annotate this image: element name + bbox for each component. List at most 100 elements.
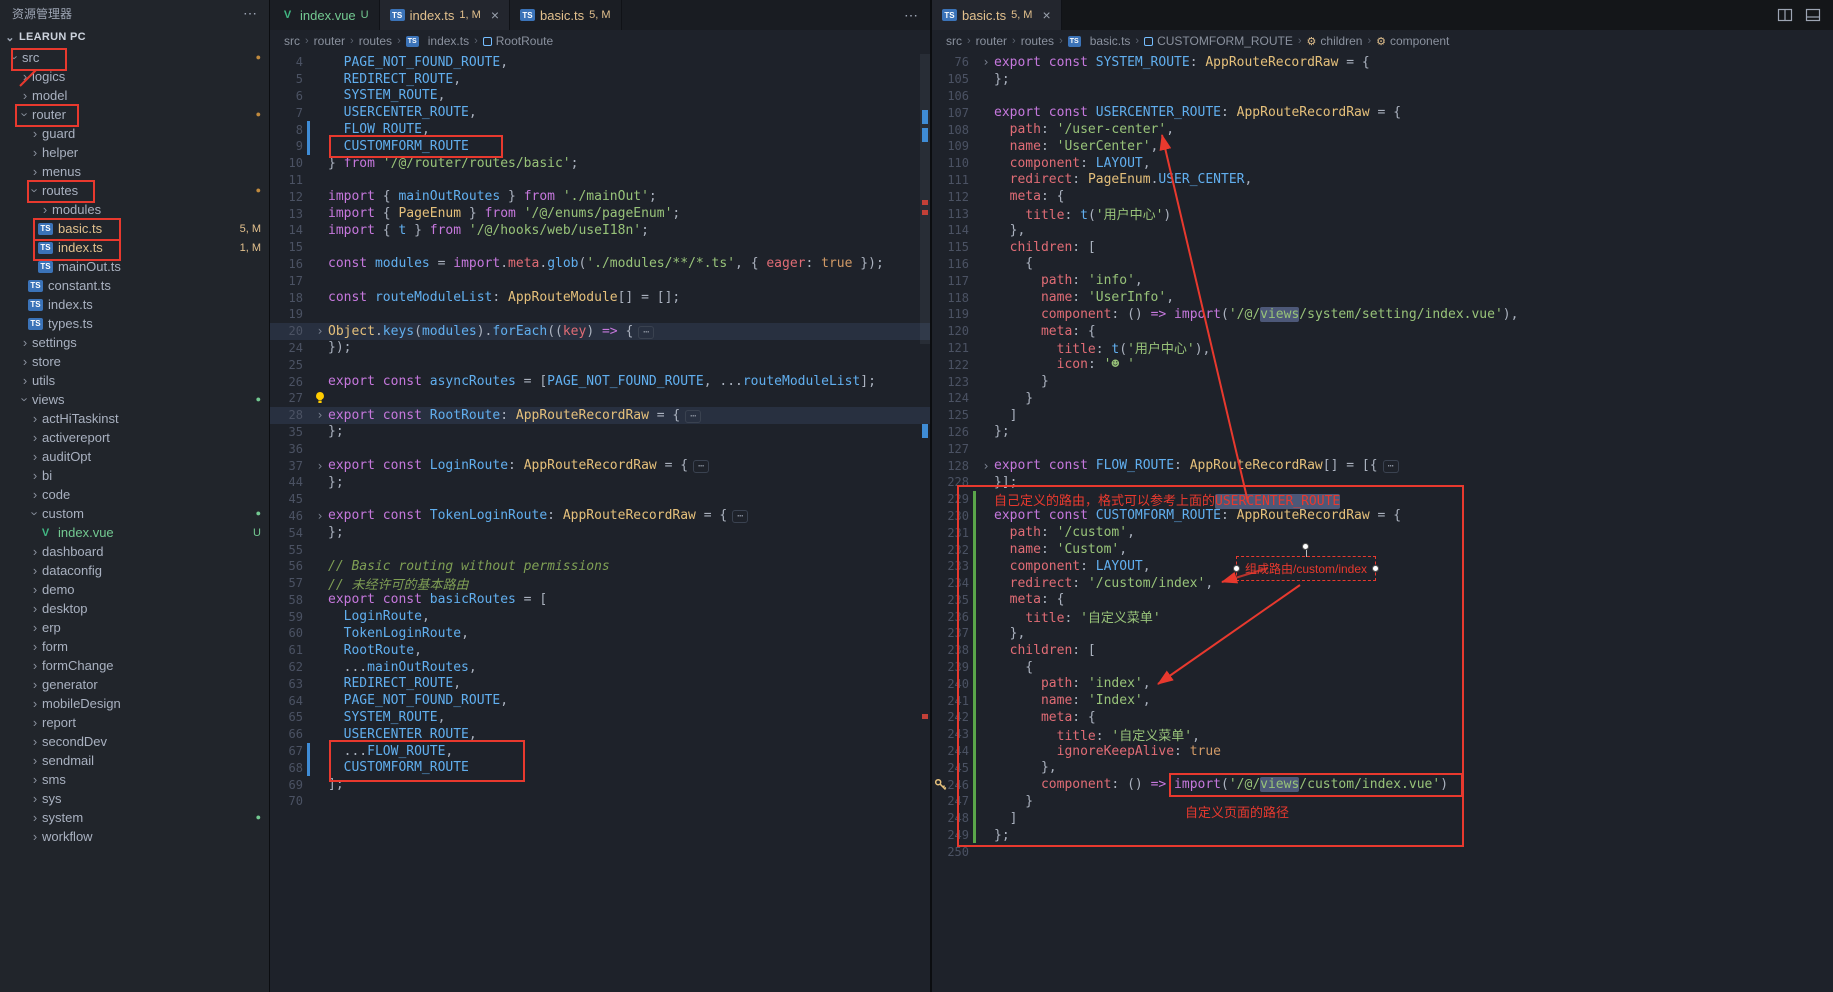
tree-item-mobileDesign[interactable]: ›mobileDesign	[0, 694, 269, 713]
fold-chevron-icon[interactable]: ›	[312, 460, 328, 472]
breadcrumb-item-children[interactable]: ⚙children	[1307, 34, 1363, 48]
code-line-128[interactable]: 128›export const FLOW_ROUTE: AppRouteRec…	[932, 457, 1833, 474]
code-line-105[interactable]: 105};	[932, 71, 1833, 88]
code-line-108[interactable]: 108 path: '/user-center',	[932, 121, 1833, 138]
workspace-section-header[interactable]: ⌄ LEARUN PC	[0, 26, 269, 48]
code-line-65[interactable]: 65 SYSTEM_ROUTE,	[270, 709, 930, 726]
code-line-111[interactable]: 111 redirect: PageEnum.USER_CENTER,	[932, 172, 1833, 189]
tab-index.ts[interactable]: TSindex.ts1, M×	[380, 0, 510, 30]
code-line-239[interactable]: 239 {	[932, 659, 1833, 676]
code-line-26[interactable]: 26export const asyncRoutes = [PAGE_NOT_F…	[270, 373, 930, 390]
tree-item-custom[interactable]: ›custom●	[0, 504, 269, 523]
code-line-15[interactable]: 15	[270, 239, 930, 256]
tree-item-bi[interactable]: ›bi	[0, 466, 269, 485]
code-line-19[interactable]: 19	[270, 306, 930, 323]
code-line-228[interactable]: 228}];	[932, 474, 1833, 491]
code-line-237[interactable]: 237 },	[932, 625, 1833, 642]
tree-item-helper[interactable]: ›helper	[0, 143, 269, 162]
editor-more-actions-icon[interactable]: ⋯	[892, 7, 930, 24]
folded-code-ellipsis[interactable]: ⋯	[1383, 460, 1399, 473]
code-line-14[interactable]: 14import { t } from '/@/hooks/web/useI18…	[270, 222, 930, 239]
code-line-25[interactable]: 25	[270, 356, 930, 373]
tree-item-model[interactable]: ›model	[0, 86, 269, 105]
rotate-handle[interactable]	[1302, 543, 1309, 550]
code-line-13[interactable]: 13import { PageEnum } from '/@/enums/pag…	[270, 205, 930, 222]
code-line-63[interactable]: 63 REDIRECT_ROUTE,	[270, 675, 930, 692]
tab-basic.ts[interactable]: TSbasic.ts5, M×	[932, 0, 1062, 30]
code-line-232[interactable]: 232 name: 'Custom',	[932, 541, 1833, 558]
resize-handle-left[interactable]	[1233, 565, 1240, 572]
code-line-242[interactable]: 242 meta: {	[932, 709, 1833, 726]
code-line-123[interactable]: 123 }	[932, 373, 1833, 390]
code-line-69[interactable]: 69];	[270, 776, 930, 793]
tree-item-index.ts[interactable]: TSindex.ts1, M	[0, 238, 269, 257]
tree-item-workflow[interactable]: ›workflow	[0, 827, 269, 846]
code-editor-index-ts[interactable]: 4 PAGE_NOT_FOUND_ROUTE,5 REDIRECT_ROUTE,…	[270, 52, 930, 992]
code-line-117[interactable]: 117 path: 'info',	[932, 272, 1833, 289]
code-line-60[interactable]: 60 TokenLoginRoute,	[270, 625, 930, 642]
code-line-114[interactable]: 114 },	[932, 222, 1833, 239]
code-line-116[interactable]: 116 {	[932, 256, 1833, 273]
code-line-20[interactable]: 20›Object.keys(modules).forEach((key) =>…	[270, 323, 930, 340]
code-line-6[interactable]: 6 SYSTEM_ROUTE,	[270, 88, 930, 105]
editor-layout-icon[interactable]	[1805, 7, 1821, 23]
tree-item-utils[interactable]: ›utils	[0, 371, 269, 390]
code-line-28[interactable]: 28›export const RootRoute: AppRouteRecor…	[270, 407, 930, 424]
code-line-57[interactable]: 57// 未经许可的基本路由	[270, 575, 930, 592]
code-line-16[interactable]: 16const modules = import.meta.glob('./mo…	[270, 256, 930, 273]
tab-basic.ts[interactable]: TSbasic.ts5, M	[510, 0, 621, 30]
code-line-61[interactable]: 61 RootRoute,	[270, 642, 930, 659]
code-line-27[interactable]: 27	[270, 390, 930, 407]
code-editor-basic-ts[interactable]: 76›export const SYSTEM_ROUTE: AppRouteRe…	[932, 52, 1833, 992]
breadcrumb-item-routes[interactable]: routes	[359, 34, 392, 48]
breadcrumb-item-routes[interactable]: routes	[1021, 34, 1054, 48]
code-line-70[interactable]: 70	[270, 793, 930, 810]
code-line-36[interactable]: 36	[270, 440, 930, 457]
code-line-76[interactable]: 76›export const SYSTEM_ROUTE: AppRouteRe…	[932, 54, 1833, 71]
code-line-54[interactable]: 54};	[270, 524, 930, 541]
code-line-37[interactable]: 37›export const LoginRoute: AppRouteReco…	[270, 457, 930, 474]
tree-item-actHiTaskinst[interactable]: ›actHiTaskinst	[0, 409, 269, 428]
code-line-243[interactable]: 243 title: '自定义菜单',	[932, 726, 1833, 743]
code-line-229[interactable]: 229自己定义的路由，格式可以参考上面的USERCENTER_ROUTE	[932, 491, 1833, 508]
tree-item-constant.ts[interactable]: TSconstant.ts	[0, 276, 269, 295]
tree-item-sms[interactable]: ›sms	[0, 770, 269, 789]
code-line-246[interactable]: 246 component: () => import('/@/views/cu…	[932, 776, 1833, 793]
folded-code-ellipsis[interactable]: ⋯	[685, 410, 701, 423]
code-line-58[interactable]: 58export const basicRoutes = [	[270, 592, 930, 609]
code-line-247[interactable]: 247 }	[932, 793, 1833, 810]
tree-item-index.vue[interactable]: Vindex.vueU	[0, 523, 269, 542]
annotation-textbox[interactable]: 组成路由/custom/index	[1236, 556, 1376, 581]
code-line-64[interactable]: 64 PAGE_NOT_FOUND_ROUTE,	[270, 692, 930, 709]
code-line-250[interactable]: 250	[932, 843, 1833, 860]
breadcrumb-item-basic.ts[interactable]: TSbasic.ts	[1068, 34, 1131, 48]
code-line-115[interactable]: 115 children: [	[932, 239, 1833, 256]
tree-item-erp[interactable]: ›erp	[0, 618, 269, 637]
breadcrumb-item-src[interactable]: src	[284, 34, 300, 48]
tree-item-code[interactable]: ›code	[0, 485, 269, 504]
close-icon[interactable]: ×	[491, 8, 499, 22]
tree-item-mainOut.ts[interactable]: TSmainOut.ts	[0, 257, 269, 276]
tree-item-desktop[interactable]: ›desktop	[0, 599, 269, 618]
fold-chevron-icon[interactable]: ›	[312, 409, 328, 421]
code-line-46[interactable]: 46›export const TokenLoginRoute: AppRout…	[270, 508, 930, 525]
code-line-68[interactable]: 68 CUSTOMFORM_ROUTE	[270, 759, 930, 776]
code-line-67[interactable]: 67 ...FLOW_ROUTE,	[270, 743, 930, 760]
tree-item-routes[interactable]: ›routes●	[0, 181, 269, 200]
code-line-245[interactable]: 245 },	[932, 759, 1833, 776]
code-line-127[interactable]: 127	[932, 440, 1833, 457]
tree-item-formChange[interactable]: ›formChange	[0, 656, 269, 675]
lightbulb-icon[interactable]	[312, 391, 328, 406]
breadcrumb-item-router[interactable]: router	[976, 34, 1007, 48]
code-line-122[interactable]: 122 icon: '☻ '	[932, 356, 1833, 373]
resize-handle-right[interactable]	[1372, 565, 1379, 572]
tree-item-types.ts[interactable]: TStypes.ts	[0, 314, 269, 333]
tree-item-secondDev[interactable]: ›secondDev	[0, 732, 269, 751]
breadcrumb-item-component[interactable]: ⚙component	[1376, 34, 1449, 48]
code-line-241[interactable]: 241 name: 'Index',	[932, 692, 1833, 709]
tree-item-sendmail[interactable]: ›sendmail	[0, 751, 269, 770]
code-line-7[interactable]: 7 USERCENTER_ROUTE,	[270, 104, 930, 121]
code-line-109[interactable]: 109 name: 'UserCenter',	[932, 138, 1833, 155]
code-line-124[interactable]: 124 }	[932, 390, 1833, 407]
tree-item-dataconfig[interactable]: ›dataconfig	[0, 561, 269, 580]
